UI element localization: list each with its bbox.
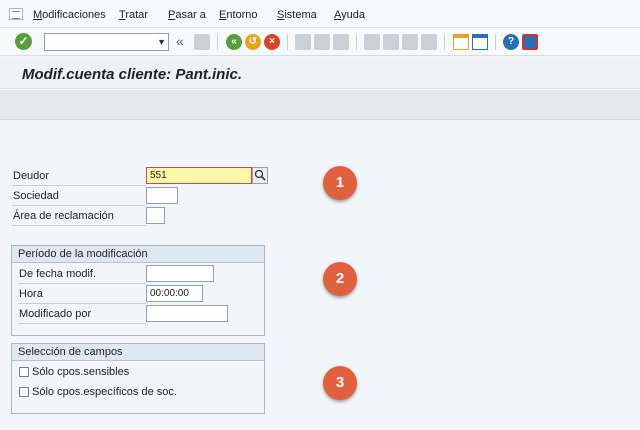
deudor-input[interactable] xyxy=(146,167,252,184)
search-help-icon[interactable] xyxy=(252,167,268,184)
toolbar-separator xyxy=(444,34,445,50)
field-underline xyxy=(18,303,146,304)
exit-icon[interactable]: ↺ xyxy=(245,34,261,50)
command-field-container: ▼ xyxy=(44,33,169,51)
sensitive-fields-label: Sólo cpos.sensibles xyxy=(32,366,130,378)
sensitive-fields-checkbox[interactable] xyxy=(19,367,29,377)
field-selection-group: Selección de campos xyxy=(11,343,265,414)
field-underline xyxy=(12,205,146,206)
save-icon[interactable] xyxy=(194,34,210,50)
double-chevron-left-icon[interactable]: « xyxy=(176,33,192,49)
hora-input[interactable] xyxy=(146,285,203,302)
toolbar-separator xyxy=(495,34,496,50)
help-icon[interactable]: ? xyxy=(503,34,519,50)
modificado-por-label: Modificado por xyxy=(19,308,92,320)
sociedad-input[interactable] xyxy=(146,187,178,204)
standard-toolbar: ✓ ▼ « « ↺ × ? xyxy=(0,28,640,56)
deudor-label: Deudor xyxy=(13,170,50,182)
area-reclamacion-input[interactable] xyxy=(146,207,165,224)
first-page-icon[interactable] xyxy=(364,34,380,50)
last-page-icon[interactable] xyxy=(421,34,437,50)
period-group-title: Período de la modificación xyxy=(12,246,264,263)
command-field[interactable] xyxy=(45,34,145,50)
toolbar-separator xyxy=(287,34,288,50)
menu-sistema[interactable]: Sistema xyxy=(277,9,317,21)
hora-label: Hora xyxy=(19,288,43,300)
fecha-modif-input[interactable] xyxy=(146,265,214,282)
find-icon[interactable] xyxy=(314,34,330,50)
print-icon[interactable] xyxy=(295,34,311,50)
field-underline xyxy=(12,225,146,226)
company-specific-fields-checkbox[interactable] xyxy=(19,387,29,397)
step-badge-1: 1 xyxy=(323,166,357,200)
modificado-por-input[interactable] xyxy=(146,305,228,322)
sap-menu-icon[interactable] xyxy=(9,8,23,20)
customize-layout-icon[interactable] xyxy=(522,34,538,50)
back-icon[interactable]: « xyxy=(226,34,242,50)
previous-page-icon[interactable] xyxy=(383,34,399,50)
command-dropdown-icon[interactable]: ▼ xyxy=(157,37,166,47)
menu-modificaciones[interactable]: Modificaciones xyxy=(33,9,106,21)
company-specific-fields-label: Sólo cpos.específicos de soc. xyxy=(32,386,177,398)
create-session-icon[interactable] xyxy=(453,34,469,50)
next-page-icon[interactable] xyxy=(402,34,418,50)
toolbar-separator xyxy=(217,34,218,50)
area-reclamacion-label: Área de reclamación xyxy=(13,210,114,222)
sociedad-label: Sociedad xyxy=(13,190,59,202)
menu-ayuda[interactable]: Ayuda xyxy=(334,9,365,21)
step-badge-2: 2 xyxy=(323,262,357,296)
menu-entorno[interactable]: Entorno xyxy=(219,9,258,21)
menu-tratar[interactable]: Tratar xyxy=(119,9,148,21)
field-underline xyxy=(18,323,146,324)
shortcut-icon[interactable] xyxy=(472,34,488,50)
find-next-icon[interactable] xyxy=(333,34,349,50)
toolbar-separator xyxy=(356,34,357,50)
menu-pasar-a[interactable]: Pasar a xyxy=(168,9,206,21)
field-underline xyxy=(18,283,146,284)
field-selection-group-title: Selección de campos xyxy=(12,344,264,361)
enter-check-icon[interactable]: ✓ xyxy=(15,33,32,50)
step-badge-3: 3 xyxy=(323,366,357,400)
title-bar: Modif.cuenta cliente: Pant.inic. xyxy=(0,57,640,89)
page-title: Modif.cuenta cliente: Pant.inic. xyxy=(22,66,243,83)
cancel-icon[interactable]: × xyxy=(264,34,280,50)
field-underline xyxy=(12,185,146,186)
menu-bar: Modificaciones Tratar Pasar a Entorno Si… xyxy=(0,0,640,28)
fecha-modif-label: De fecha modif. xyxy=(19,268,97,280)
application-toolbar xyxy=(0,90,640,120)
